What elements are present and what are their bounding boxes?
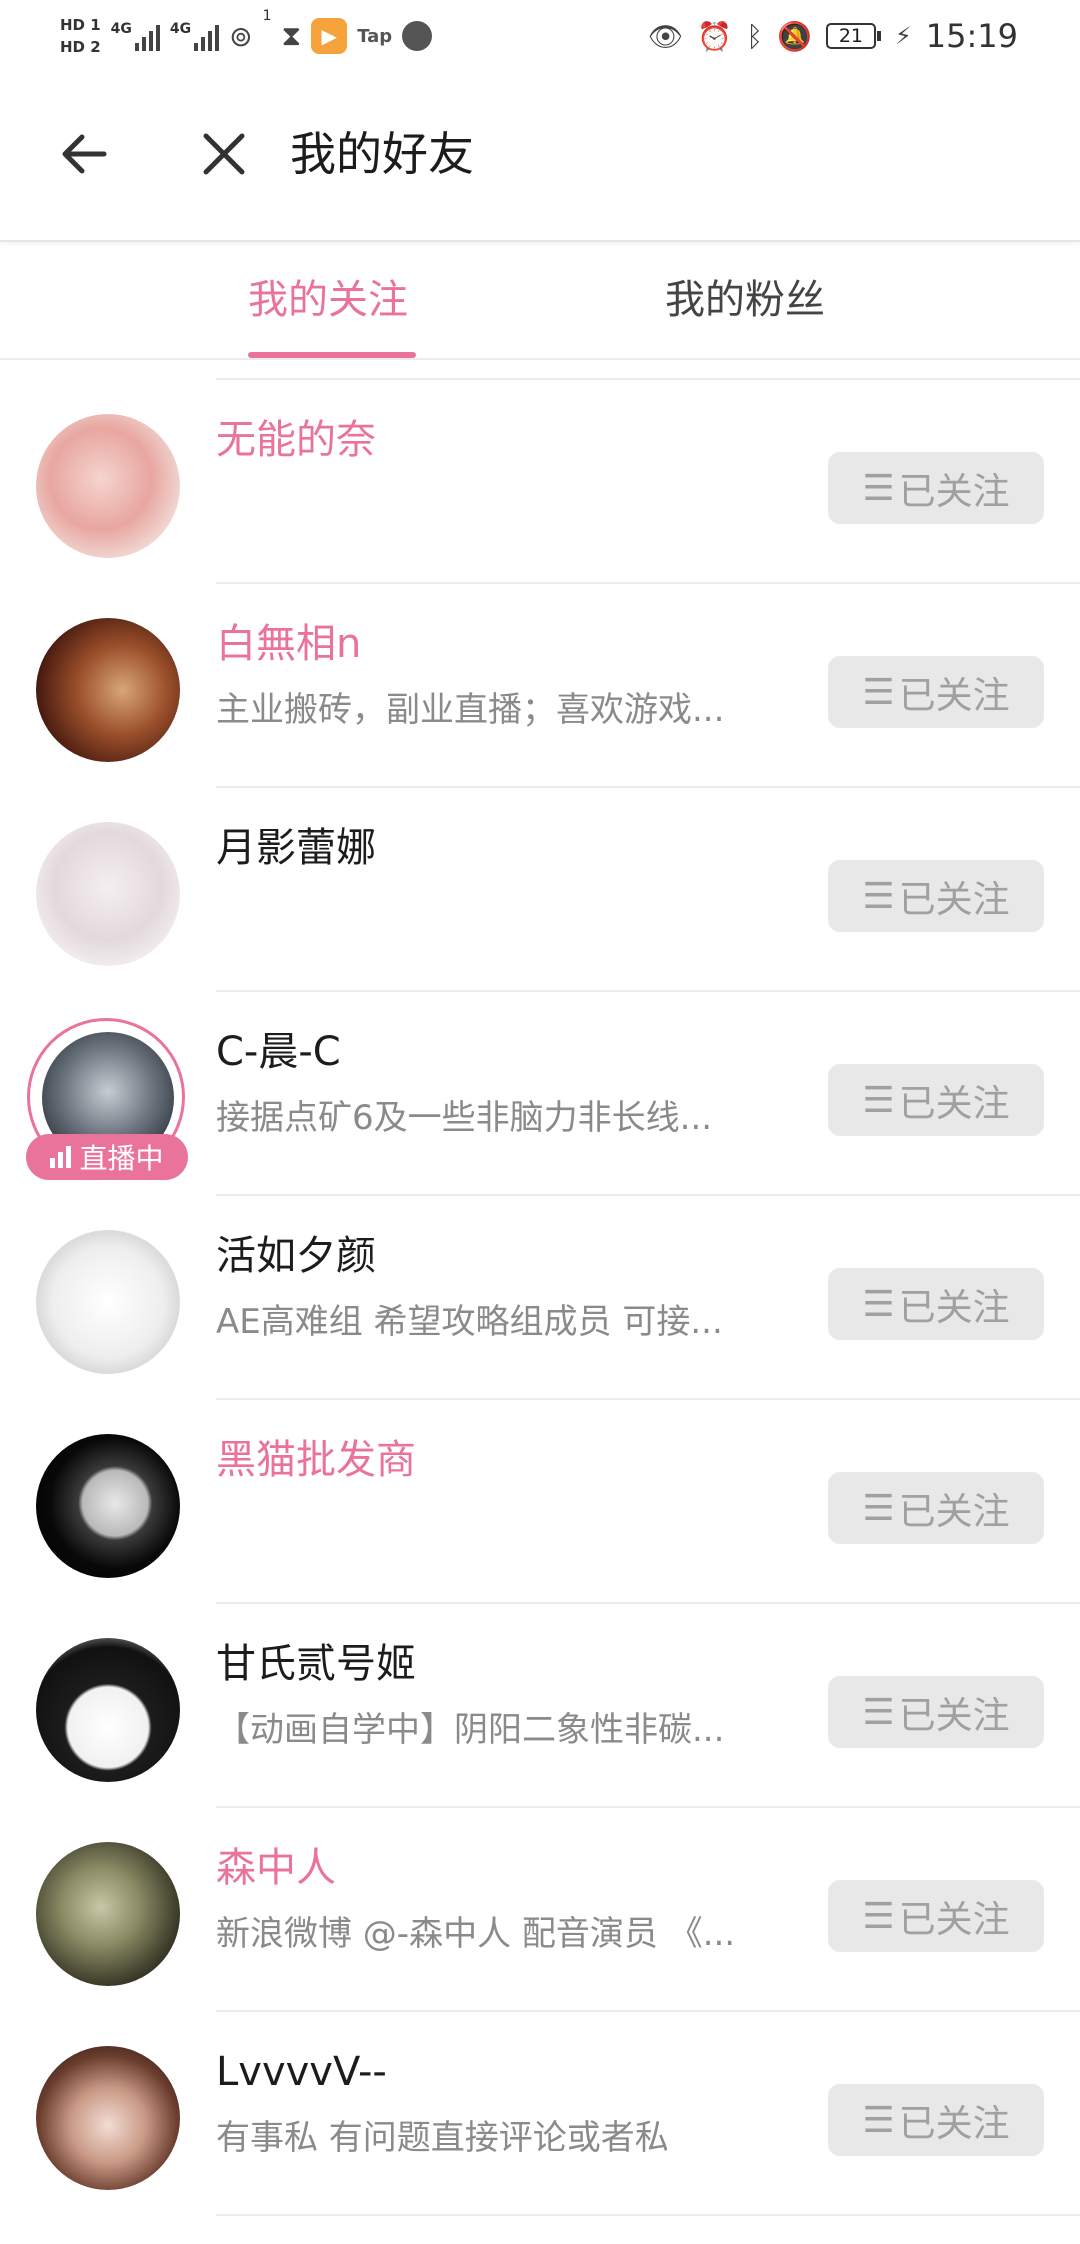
following-button[interactable]: ☰ 已关注 — [828, 1676, 1044, 1748]
menu-icon: ☰ — [862, 2099, 895, 2141]
friend-row[interactable]: 直播中 C-晨-C 接据点矿6及一些非脑力非长线... ☰ 已关注 — [0, 992, 1080, 1196]
friend-bio: AE高难组 希望攻略组成员 可接... — [216, 1302, 723, 1342]
sim2-label: HD 2 — [60, 38, 101, 56]
battery-icon: 21 — [825, 23, 881, 49]
bluetooth-icon: ᛒ — [746, 19, 764, 53]
menu-icon: ☰ — [862, 671, 895, 713]
following-button-label: 已关注 — [898, 470, 1010, 513]
status-bar: HD 1 HD 2 4G 4G ⊚ 1 ⧗ ▶ Tap 👁 ⏰ ᛒ 🔕 21 ⚡… — [0, 0, 1080, 72]
live-bars-icon — [50, 1146, 72, 1168]
close-button[interactable] — [192, 122, 256, 186]
menu-icon: ☰ — [862, 467, 895, 509]
following-button-label: 已关注 — [898, 2102, 1010, 2145]
following-button[interactable]: ☰ 已关注 — [828, 1268, 1044, 1340]
hotspot-icon: ⊚ — [229, 19, 253, 53]
active-tab-indicator — [248, 352, 416, 358]
live-label: 直播中 — [79, 1142, 164, 1175]
friend-name[interactable]: 森中人 — [216, 1842, 336, 1894]
following-button-label: 已关注 — [898, 1898, 1010, 1941]
browser-icon — [402, 21, 433, 51]
friend-row[interactable]: 森中人 新浪微博 @-森中人 配音演员 《... ☰ 已关注 — [0, 1808, 1080, 2012]
back-arrow-icon — [62, 134, 107, 174]
mute-icon: 🔕 — [777, 19, 812, 53]
charging-icon: ⚡ — [894, 22, 912, 50]
friend-row[interactable]: 黑猫批发商 ☰ 已关注 — [0, 1400, 1080, 1604]
following-button-label: 已关注 — [898, 1286, 1010, 1329]
friend-row[interactable]: 活如夕颜 AE高难组 希望攻略组成员 可接... ☰ 已关注 — [0, 1196, 1080, 1400]
friend-row[interactable]: 月影蕾娜 ☰ 已关注 — [0, 788, 1080, 992]
live-badge[interactable]: 直播中 — [26, 1134, 188, 1180]
following-button-label: 已关注 — [898, 1082, 1010, 1125]
following-button-label: 已关注 — [898, 1490, 1010, 1533]
friend-name[interactable]: 黑猫批发商 — [216, 1434, 416, 1486]
friend-name[interactable]: 甘氏贰号姬 — [216, 1638, 416, 1690]
friend-name[interactable]: LvvvvV-- — [216, 2046, 387, 2098]
friend-name[interactable]: 月影蕾娜 — [216, 822, 376, 874]
menu-icon: ☰ — [862, 875, 895, 917]
hotspot-count: 1 — [262, 8, 272, 24]
avatar[interactable] — [36, 1230, 180, 1374]
page-title: 我的好友 — [290, 127, 474, 181]
menu-icon: ☰ — [862, 1283, 895, 1325]
avatar[interactable] — [36, 618, 180, 762]
avatar[interactable] — [36, 822, 180, 966]
friend-name[interactable]: 活如夕颜 — [216, 1230, 376, 1282]
friend-row[interactable]: 无能的奈 ☰ 已关注 — [0, 380, 1080, 584]
close-icon — [203, 133, 245, 175]
following-button-label: 已关注 — [898, 674, 1010, 717]
hourglass-icon: ⧗ — [281, 19, 302, 52]
menu-icon: ☰ — [862, 1691, 895, 1733]
app-header: 我的好友 — [0, 72, 1080, 242]
tab-fans[interactable]: 我的粉丝 — [665, 274, 825, 326]
avatar[interactable] — [36, 414, 180, 558]
friend-bio: 有事私 有问题直接评论或者私 — [216, 2118, 669, 2158]
menu-icon: ☰ — [862, 1079, 895, 1121]
avatar[interactable] — [36, 1434, 180, 1578]
bilibili-app-icon: ▶ — [311, 18, 348, 54]
following-button[interactable]: ☰ 已关注 — [828, 1472, 1044, 1544]
menu-icon: ☰ — [862, 1895, 895, 1937]
tab-following[interactable]: 我的关注 — [248, 274, 408, 326]
friend-name[interactable]: 白無相n — [216, 618, 361, 670]
dual-sim-indicator: HD 1 HD 2 — [60, 15, 101, 57]
avatar[interactable] — [36, 1638, 180, 1782]
sim1-label: HD 1 — [60, 16, 101, 34]
network-type-1: 4G — [110, 21, 132, 37]
friend-row[interactable]: LvvvvV-- 有事私 有问题直接评论或者私 ☰ 已关注 — [0, 2012, 1080, 2216]
friend-row[interactable]: 甘氏贰号姬 【动画自学中】阴阳二象性非碳... ☰ 已关注 — [0, 1604, 1080, 1808]
alarm-icon: ⏰ — [697, 19, 733, 53]
following-button-label: 已关注 — [898, 1694, 1010, 1737]
friend-bio: 【动画自学中】阴阳二象性非碳... — [216, 1710, 725, 1750]
following-button[interactable]: ☰ 已关注 — [828, 1064, 1044, 1136]
following-button[interactable]: ☰ 已关注 — [828, 452, 1044, 524]
eye-icon: 👁 — [647, 19, 684, 53]
following-button[interactable]: ☰ 已关注 — [828, 656, 1044, 728]
signal-icon: 4G — [111, 21, 160, 51]
back-button[interactable] — [52, 122, 116, 186]
following-button-label: 已关注 — [898, 878, 1010, 921]
friend-name[interactable]: C-晨-C — [216, 1026, 341, 1078]
following-button[interactable]: ☰ 已关注 — [828, 2084, 1044, 2156]
network-type-2: 4G — [169, 21, 192, 37]
tab-bar: 我的关注 我的粉丝 — [0, 242, 1080, 360]
clock: 15:19 — [925, 17, 1018, 55]
following-button[interactable]: ☰ 已关注 — [828, 860, 1044, 932]
menu-icon: ☰ — [862, 1487, 895, 1529]
battery-level: 21 — [825, 23, 876, 49]
friend-bio: 接据点矿6及一些非脑力非长线... — [216, 1098, 713, 1138]
friend-name[interactable]: 无能的奈 — [216, 414, 376, 466]
friend-bio: 主业搬砖，副业直播；喜欢游戏... — [216, 690, 725, 730]
signal-icon-2: 4G — [169, 21, 220, 51]
following-button[interactable]: ☰ 已关注 — [828, 1880, 1044, 1952]
taptap-icon: Tap — [357, 25, 393, 47]
friend-bio: 新浪微博 @-森中人 配音演员 《... — [216, 1914, 736, 1954]
avatar[interactable] — [36, 1842, 180, 1986]
friend-row[interactable]: 白無相n 主业搬砖，副业直播；喜欢游戏... ☰ 已关注 — [0, 584, 1080, 788]
avatar[interactable] — [36, 2046, 180, 2190]
